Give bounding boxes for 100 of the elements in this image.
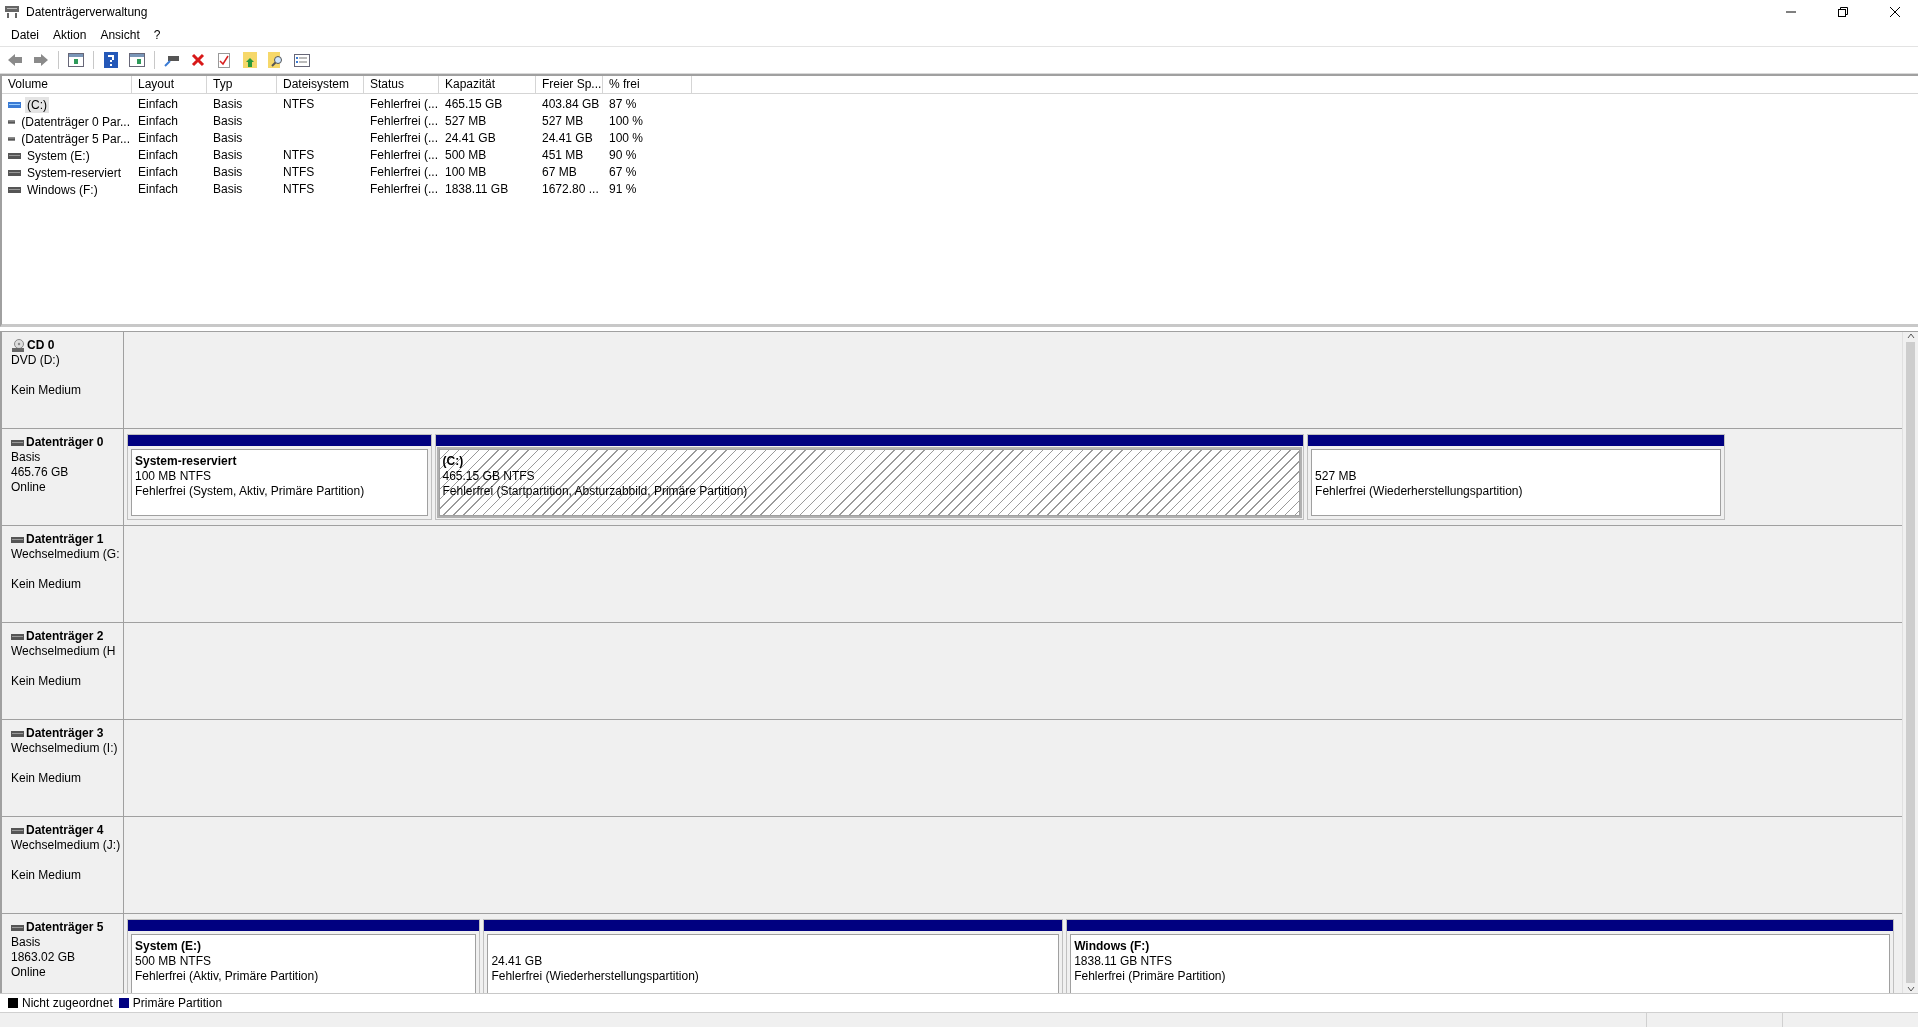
table-cell-text: 451 MB [541,147,585,164]
drive-icon [11,632,24,641]
table-cell-text: Einfach [137,130,180,147]
drive-entry-label[interactable]: (Datenträger 0 Par... [19,113,132,130]
disk-name: Datenträger 2 [26,629,104,644]
delete-icon[interactable] [191,53,205,67]
partition-status: Fehlerfrei (Primäre Partition) [1074,969,1227,984]
drive-entry-label[interactable]: (Datenträger 5 Par... [19,130,132,147]
drive-icon [8,168,21,177]
partition-block[interactable]: Windows (F:) 1838.11 GB NTFS Fehlerfrei (Primäre Partition) [1066,919,1895,993]
table-cell-text: 67 MB [541,164,578,181]
panel-view-icon[interactable] [68,53,84,67]
column-header[interactable]: % frei [603,76,692,94]
legend-label: Primäre Partition [132,996,223,1010]
table-cell-text: 527 MB [444,113,488,130]
table-cell-text: 67 % [608,164,638,181]
disk-status: Online [11,965,47,980]
disk-name: Datenträger 5 [26,920,104,935]
scroll-up-icon[interactable] [1906,332,1915,340]
folder-up-icon[interactable] [243,52,257,68]
drive-icon [11,438,24,447]
drive-icon [8,185,21,194]
partition-size: 500 MB NTFS [135,954,213,969]
table-cell-text: 100 MB [444,164,488,181]
scroll-thumb[interactable] [1906,342,1915,983]
table-cell-text: 100 % [608,130,645,147]
folder-search-icon[interactable] [268,52,284,68]
menu-item[interactable]: Aktion [46,26,94,44]
table-cell-text: 100 % [608,113,645,130]
partition-status: Fehlerfrei (Wiederherstellungspartition) [491,969,700,984]
partition-size: 1838.11 GB NTFS [1074,954,1173,969]
table-cell-text: 1672.80 ... [541,181,600,198]
partition-block[interactable]: (C:) 465.15 GB NTFS Fehlerfrei (Startpartition, Absturzabbild, Primäre Partition) [434,434,1305,520]
column-header[interactable]: Freier Sp... [536,76,603,94]
table-cell-text: 90 % [608,147,638,164]
properties-view-icon[interactable] [129,53,145,67]
back-arrow-icon[interactable] [7,53,23,67]
partition-block[interactable]: System-reserviert 100 MB NTFS Fehlerfrei (System, Aktiv, Primäre Partition) [127,434,432,520]
partition-label: System (E:) [135,939,203,954]
menu-item[interactable]: Datei [4,26,46,44]
disk-name: Datenträger 0 [26,435,104,450]
table-cell-text: 465.15 GB [444,96,504,113]
partition-block[interactable]: System (E:) 500 MB NTFS Fehlerfrei (Aktiv, Primäre Partition) [127,919,481,993]
partition-label: (C:) [442,454,465,469]
legend-label: Nicht zugeordnet [22,996,113,1010]
column-header[interactable]: Volume [2,76,132,94]
partition-size: 465.15 GB NTFS [442,469,536,484]
partition-size: 24.41 GB [491,954,544,969]
table-cell-text: 87 % [608,96,638,113]
partition-label: Windows (F:) [1074,939,1151,954]
column-header[interactable]: Layout [132,76,207,94]
partition-status: Fehlerfrei (Wiederherstellungspartition) [1315,484,1524,499]
disk-name: Datenträger 1 [26,532,104,547]
restore-icon [1838,7,1848,17]
drive-entry-label[interactable]: (C:) [25,96,49,113]
partition-status: Fehlerfrei (Startpartition, Absturzabbild, Primäre Partition) [442,484,749,499]
table-cell-text: 1838.11 GB [444,181,510,198]
table-cell-text: Fehlerfrei (... [369,147,439,164]
disk-name: CD 0 [27,338,55,353]
drive-entry-label[interactable]: System-reserviert [25,164,123,181]
drive-entry-label[interactable]: System (E:) [25,147,92,164]
menu-item[interactable]: ? [146,26,168,44]
table-cell-text: Basis [212,147,244,164]
menu-item[interactable]: Ansicht [93,26,147,44]
disk-size: 1863.02 GB [11,950,77,965]
disk-name: Datenträger 3 [26,726,104,741]
scroll-down-icon[interactable] [1906,985,1915,993]
list-window-icon[interactable] [294,53,310,67]
table-cell-text: Fehlerfrei (... [369,181,439,198]
drive-icon [8,100,21,109]
window-title: Datenträgerverwaltung [26,5,149,19]
disk-name: Datenträger 4 [26,823,104,838]
drive-icon [11,729,24,738]
partition-label: System-reserviert [135,454,238,469]
disk-status: Online [11,480,47,495]
table-cell-text: NTFS [282,147,316,164]
column-header[interactable]: Status [364,76,439,94]
disk-status: Kein Medium [11,868,83,883]
scrollbar[interactable] [1902,332,1918,993]
table-cell-text: 527 MB [541,113,585,130]
table-cell-text: Basis [212,181,244,198]
forward-arrow-icon[interactable] [33,53,49,67]
column-header[interactable]: Kapazität [439,76,536,94]
checklist-icon[interactable] [218,52,230,68]
drive-entry-label[interactable]: Windows (F:) [25,181,100,198]
table-cell-text: 24.41 GB [444,130,497,147]
partition-block[interactable]: 24.41 GB Fehlerfrei (Wiederherstellungspartition) [483,919,1064,993]
drive-connect-icon[interactable] [164,53,180,67]
partition-size: 527 MB [1315,469,1358,484]
cd-drive-icon [11,338,25,353]
partition-status: Fehlerfrei (System, Aktiv, Primäre Partition) [135,484,366,499]
help-icon[interactable] [104,52,118,68]
table-cell-text: Einfach [137,113,180,130]
disk-type: Wechselmedium (J:) [11,838,122,853]
disk-type: DVD (D:) [11,353,61,368]
column-header[interactable]: Dateisystem [277,76,364,94]
app-icon [4,5,20,19]
table-cell-text: Fehlerfrei (... [369,164,439,181]
column-header[interactable]: Typ [207,76,277,94]
partition-block[interactable]: 527 MB Fehlerfrei (Wiederherstellungspartition) [1307,434,1726,520]
